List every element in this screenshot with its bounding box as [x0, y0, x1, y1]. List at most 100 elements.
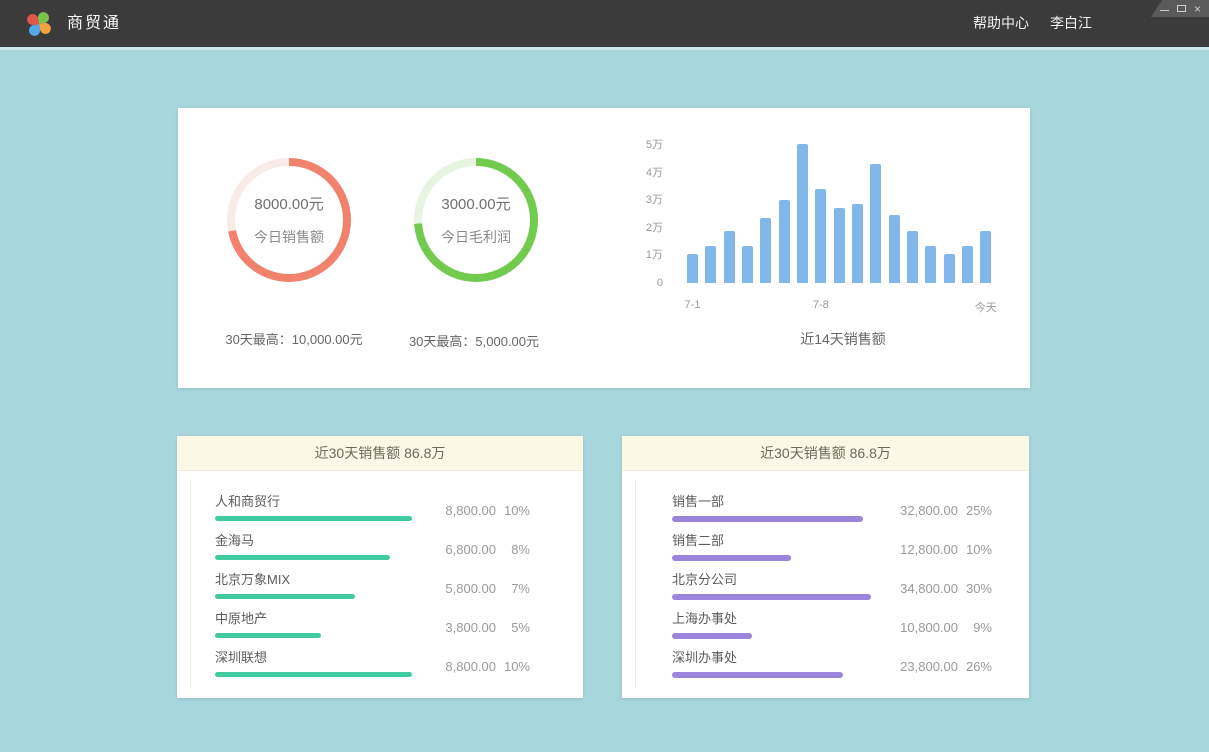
sales-bar[interactable] [870, 164, 881, 283]
item-bar [215, 633, 321, 638]
logo-petal-blue [28, 24, 41, 37]
sales-14day-chart: 5万 4万 3万 2万 1万 0 7-17-8今天 近14天销售额 [618, 108, 1030, 388]
y-tick-label: 1万 [618, 248, 663, 262]
x-axis-label: 今天 [975, 299, 997, 315]
sales-bar[interactable] [889, 215, 900, 283]
sales-bar[interactable] [797, 144, 808, 283]
today-profit-value: 3000.00元 [441, 193, 510, 214]
ranking-row[interactable]: 人和商贸行 8,800.0010% [215, 491, 583, 518]
today-sales-label: 今日销售额 [254, 227, 324, 247]
item-amount: 8,800.00 [424, 503, 496, 518]
item-bar [215, 555, 390, 560]
user-name[interactable]: 李白江 [1050, 0, 1092, 47]
logo-petal-orange [39, 22, 52, 35]
ranking-row[interactable]: 销售二部 12,800.0010% [672, 530, 1029, 557]
today-sales-donut-center: 8000.00元 今日销售额 [235, 166, 343, 274]
ranking-row[interactable]: 上海办事处 10,800.009% [672, 608, 1029, 635]
item-percent: 25% [958, 503, 992, 518]
sales-bar[interactable] [779, 200, 790, 283]
close-button[interactable]: × [1194, 4, 1201, 14]
today-sales-value: 8000.00元 [254, 193, 323, 214]
sales-bar[interactable] [907, 231, 918, 283]
item-amount: 32,800.00 [886, 503, 958, 518]
help-center-link[interactable]: 帮助中心 [973, 0, 1029, 47]
item-percent: 9% [958, 620, 992, 635]
y-tick-label: 2万 [618, 221, 663, 235]
y-tick-label: 4万 [618, 166, 663, 180]
today-profit-label: 今日毛利润 [441, 227, 511, 247]
sales-bar[interactable] [834, 208, 845, 283]
item-bar [672, 516, 863, 522]
department-ranking-card: 近30天销售额 86.8万 销售一部 32,800.0025% 销售二部 12,… [622, 436, 1029, 698]
sales-bar[interactable] [815, 189, 826, 283]
item-amount: 5,800.00 [424, 581, 496, 596]
item-percent: 30% [958, 581, 992, 596]
close-icon: × [1194, 4, 1201, 14]
y-tick-label: 0 [618, 276, 663, 290]
department-ranking-list: 销售一部 32,800.0025% 销售二部 12,800.0010% 北京分公… [622, 471, 1029, 674]
sales-bar[interactable] [980, 231, 991, 283]
customer-ranking-title: 近30天销售额 86.8万 [177, 436, 583, 471]
maximize-icon [1177, 5, 1186, 12]
app-logo-icon [25, 10, 51, 36]
item-bar [672, 672, 843, 678]
sales-bar[interactable] [760, 218, 771, 283]
item-percent: 10% [958, 542, 992, 557]
item-percent: 26% [958, 659, 992, 674]
ranking-row[interactable]: 深圳联想 8,800.0010% [215, 647, 583, 674]
item-amount: 6,800.00 [424, 542, 496, 557]
x-axis-label: 7-1 [685, 299, 701, 311]
item-amount: 10,800.00 [886, 620, 958, 635]
sales-bar[interactable] [962, 246, 973, 283]
item-amount: 23,800.00 [886, 659, 958, 674]
ranking-row[interactable]: 金海马 6,800.008% [215, 530, 583, 557]
y-axis: 5万 4万 3万 2万 1万 0 [618, 108, 663, 308]
app-title: 商贸通 [67, 0, 121, 47]
chart-title: 近14天销售额 [687, 329, 999, 349]
sales-bar[interactable] [742, 246, 753, 283]
sales-bar[interactable] [852, 204, 863, 283]
sales-bar[interactable] [705, 246, 716, 283]
item-amount: 8,800.00 [424, 659, 496, 674]
sales-bar[interactable] [687, 254, 698, 283]
item-bar [215, 594, 355, 599]
profit-30day-max: 30天最高：5,000.00元 [364, 331, 584, 350]
item-bar [672, 633, 752, 639]
window-controls: × [1151, 0, 1209, 17]
item-percent: 5% [496, 620, 530, 635]
sales-bar[interactable] [944, 254, 955, 283]
item-bar [215, 516, 412, 521]
sales-bar[interactable] [925, 246, 936, 283]
today-profit-donut[interactable]: 3000.00元 今日毛利润 [414, 158, 538, 282]
item-bar [672, 594, 871, 600]
maximize-button[interactable] [1177, 5, 1186, 12]
ranking-row[interactable]: 中原地产 3,800.005% [215, 608, 583, 635]
item-percent: 10% [496, 503, 530, 518]
ranking-row[interactable]: 销售一部 32,800.0025% [672, 491, 1029, 518]
item-percent: 8% [496, 542, 530, 557]
item-amount: 3,800.00 [424, 620, 496, 635]
sales-bar[interactable] [724, 231, 735, 283]
ranking-row[interactable]: 北京分公司 34,800.0030% [672, 569, 1029, 596]
item-bar [672, 555, 791, 561]
app-window: { "titlebar": { "app_title": "商贸通", "hel… [0, 0, 1209, 752]
overview-card: 8000.00元 今日销售额 30天最高：10,000.00元 3000.00元… [178, 108, 1030, 388]
item-percent: 10% [496, 659, 530, 674]
item-percent: 7% [496, 581, 530, 596]
item-amount: 34,800.00 [886, 581, 958, 596]
today-sales-donut[interactable]: 8000.00元 今日销售额 [227, 158, 351, 282]
y-tick-label: 5万 [618, 138, 663, 152]
y-tick-label: 3万 [618, 193, 663, 207]
titlebar-shine [0, 47, 1209, 50]
item-bar [215, 672, 412, 677]
today-profit-donut-center: 3000.00元 今日毛利润 [422, 166, 530, 274]
minimize-icon [1160, 10, 1169, 11]
customer-ranking-list: 人和商贸行 8,800.0010% 金海马 6,800.008% 北京万象MIX… [177, 471, 583, 674]
customer-ranking-card: 近30天销售额 86.8万 人和商贸行 8,800.0010% 金海马 6,80… [177, 436, 583, 698]
ranking-row[interactable]: 北京万象MIX 5,800.007% [215, 569, 583, 596]
minimize-button[interactable] [1160, 7, 1169, 11]
ranking-row[interactable]: 深圳办事处 23,800.0026% [672, 647, 1029, 674]
titlebar: 商贸通 帮助中心 李白江 × [0, 0, 1209, 47]
logo-petal-red [26, 13, 39, 26]
x-axis: 7-17-8今天 [687, 299, 999, 313]
